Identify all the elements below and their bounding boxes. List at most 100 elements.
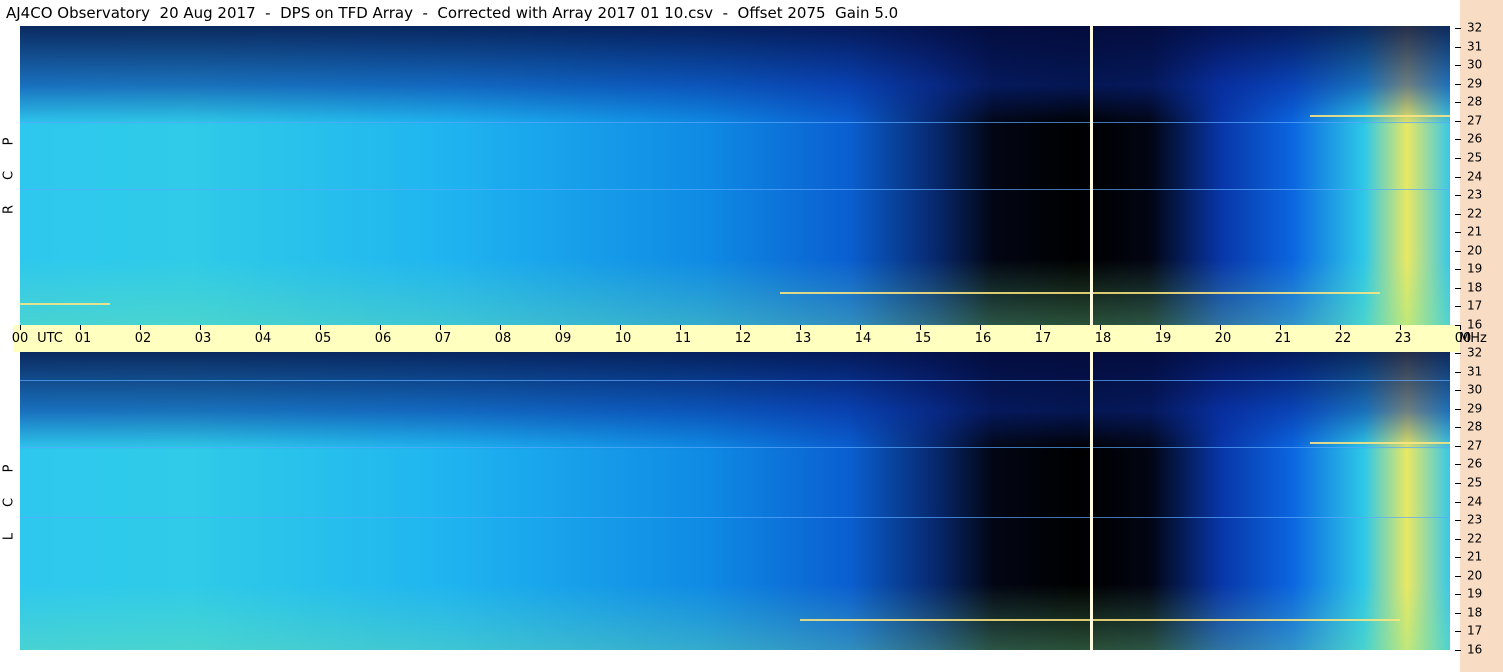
utc-tick-label: 19 — [1154, 331, 1172, 346]
lcp-mhz-tick-mark — [1455, 538, 1461, 540]
rcp-label-char: P — [1, 137, 17, 146]
rcp-mhz-tick-label: 32 — [1467, 20, 1483, 35]
utc-tick-label: 12 — [734, 331, 752, 346]
rcp-mhz-tick-mark — [1455, 306, 1461, 308]
rcp-horizontal-line — [20, 122, 1450, 123]
rcp-mhz-tick-mark — [1455, 83, 1461, 85]
utc-tick-mark — [140, 325, 141, 330]
rcp-mhz-tick-mark — [1455, 46, 1461, 48]
utc-tick-label: 22 — [1334, 331, 1352, 346]
lcp-mhz-tick-label: 18 — [1467, 605, 1483, 620]
utc-tick-label: 20 — [1214, 331, 1232, 346]
rcp-mhz-tick-label: 23 — [1467, 187, 1483, 202]
lcp-mhz-tick-label: 32 — [1467, 345, 1483, 360]
rcp-mhz-tick-label: 22 — [1467, 206, 1483, 221]
utc-tick-label: 06 — [374, 331, 392, 346]
lcp-mhz-tick-label: 19 — [1467, 586, 1483, 601]
utc-tick-label: 01 — [74, 331, 92, 346]
utc-tick-label: 09 — [554, 331, 572, 346]
utc-tick-mark — [1400, 325, 1401, 330]
lcp-mhz-tick-mark — [1455, 501, 1461, 503]
utc-tick-label: 08 — [494, 331, 512, 346]
utc-tick-label: 18 — [1094, 331, 1112, 346]
rcp-mhz-tick-mark — [1455, 213, 1461, 215]
lcp-mhz-tick-mark — [1455, 464, 1461, 466]
lcp-horizontal-line — [20, 517, 1450, 518]
lcp-rfi-streak — [1310, 442, 1450, 444]
rcp-mhz-tick-mark — [1455, 176, 1461, 178]
utc-tick-label: 02 — [134, 331, 152, 346]
lcp-mhz-tick-label: 22 — [1467, 531, 1483, 546]
rcp-mhz-tick-label: 27 — [1467, 113, 1483, 128]
rcp-mhz-tick-label: 30 — [1467, 57, 1483, 72]
utc-tick-mark — [320, 325, 321, 330]
rcp-mhz-tick-mark — [1455, 102, 1461, 104]
rcp-mhz-tick-mark — [1455, 28, 1461, 29]
rcp-mhz-tick-label: 29 — [1467, 76, 1483, 91]
utc-tick-mark — [440, 325, 441, 330]
rcp-mhz-tick-label: 26 — [1467, 131, 1483, 146]
rcp-mhz-tick-mark — [1455, 269, 1461, 271]
lcp-mhz-tick-label: 28 — [1467, 419, 1483, 434]
rcp-mhz-tick-mark — [1455, 157, 1461, 159]
rcp-spectrogram-panel — [20, 26, 1450, 325]
lcp-mhz-tick-label: 20 — [1467, 568, 1483, 583]
utc-tick-mark — [1340, 325, 1341, 330]
rcp-mhz-tick-label: 19 — [1467, 261, 1483, 276]
utc-tick-mark — [1100, 325, 1101, 330]
utc-tick-mark — [740, 325, 741, 330]
lcp-mhz-tick-label: 21 — [1467, 549, 1483, 564]
utc-tick-label: 14 — [854, 331, 872, 346]
utc-tick-mark — [680, 325, 681, 330]
utc-tick-mark — [80, 325, 81, 330]
lcp-mhz-tick-mark — [1455, 408, 1461, 410]
utc-tick-label: 16 — [974, 331, 992, 346]
rcp-mhz-tick-label: 28 — [1467, 94, 1483, 109]
utc-tick-mark — [260, 325, 261, 330]
chart-title: AJ4CO Observatory 20 Aug 2017 - DPS on T… — [6, 4, 899, 22]
lcp-mhz-tick-mark — [1455, 371, 1461, 373]
lcp-horizontal-line — [20, 380, 1450, 381]
lcp-mhz-tick-mark — [1455, 650, 1461, 651]
lcp-mhz-tick-mark — [1455, 445, 1461, 447]
lcp-mhz-tick-label: 26 — [1467, 456, 1483, 471]
rcp-rfi-streak — [1310, 115, 1450, 117]
utc-tick-mark — [560, 325, 561, 330]
utc-tick-label: 10 — [614, 331, 632, 346]
lcp-mhz-tick-mark — [1455, 520, 1461, 522]
utc-tick-label: 15 — [914, 331, 932, 346]
rcp-mhz-tick-label: 25 — [1467, 150, 1483, 165]
rcp-mhz-tick-mark — [1455, 195, 1461, 197]
rcp-rfi-streak — [780, 292, 1380, 294]
utc-tick-mark — [980, 325, 981, 330]
lcp-rfi-streak — [800, 619, 1400, 621]
utc-tick-mark — [1220, 325, 1221, 330]
utc-tick-mark — [20, 325, 21, 330]
lcp-mhz-tick-label: 30 — [1467, 382, 1483, 397]
utc-tick-mark — [1280, 325, 1281, 330]
lcp-dark-band — [20, 352, 1450, 451]
rcp-mhz-tick-mark — [1455, 250, 1461, 252]
lcp-mhz-tick-label: 27 — [1467, 438, 1483, 453]
rcp-label-char: R — [1, 204, 17, 215]
utc-tick-mark — [620, 325, 621, 330]
utc-tick-label: 17 — [1034, 331, 1052, 346]
lcp-horizontal-line — [20, 447, 1450, 448]
rcp-mhz-tick-mark — [1455, 325, 1461, 326]
rcp-mhz-tick-label: 16 — [1467, 317, 1483, 332]
rcp-dark-band — [20, 26, 1450, 125]
utc-tick-label: 04 — [254, 331, 272, 346]
lcp-mhz-tick-label: 25 — [1467, 475, 1483, 490]
rcp-mhz-tick-label: 20 — [1467, 243, 1483, 258]
rcp-mhz-tick-label: 31 — [1467, 39, 1483, 54]
rcp-mhz-tick-mark — [1455, 65, 1461, 67]
lcp-mhz-tick-label: 29 — [1467, 401, 1483, 416]
lcp-label-char: L — [1, 532, 17, 541]
utc-tick-label: 21 — [1274, 331, 1292, 346]
rcp-mhz-tick-label: 24 — [1467, 169, 1483, 183]
utc-tick-label: 00 — [1454, 331, 1472, 346]
utc-tick-label: 00 — [11, 331, 29, 346]
lcp-mhz-tick-mark — [1455, 427, 1461, 429]
utc-tick-label: 05 — [314, 331, 332, 346]
utc-tick-mark — [800, 325, 801, 330]
